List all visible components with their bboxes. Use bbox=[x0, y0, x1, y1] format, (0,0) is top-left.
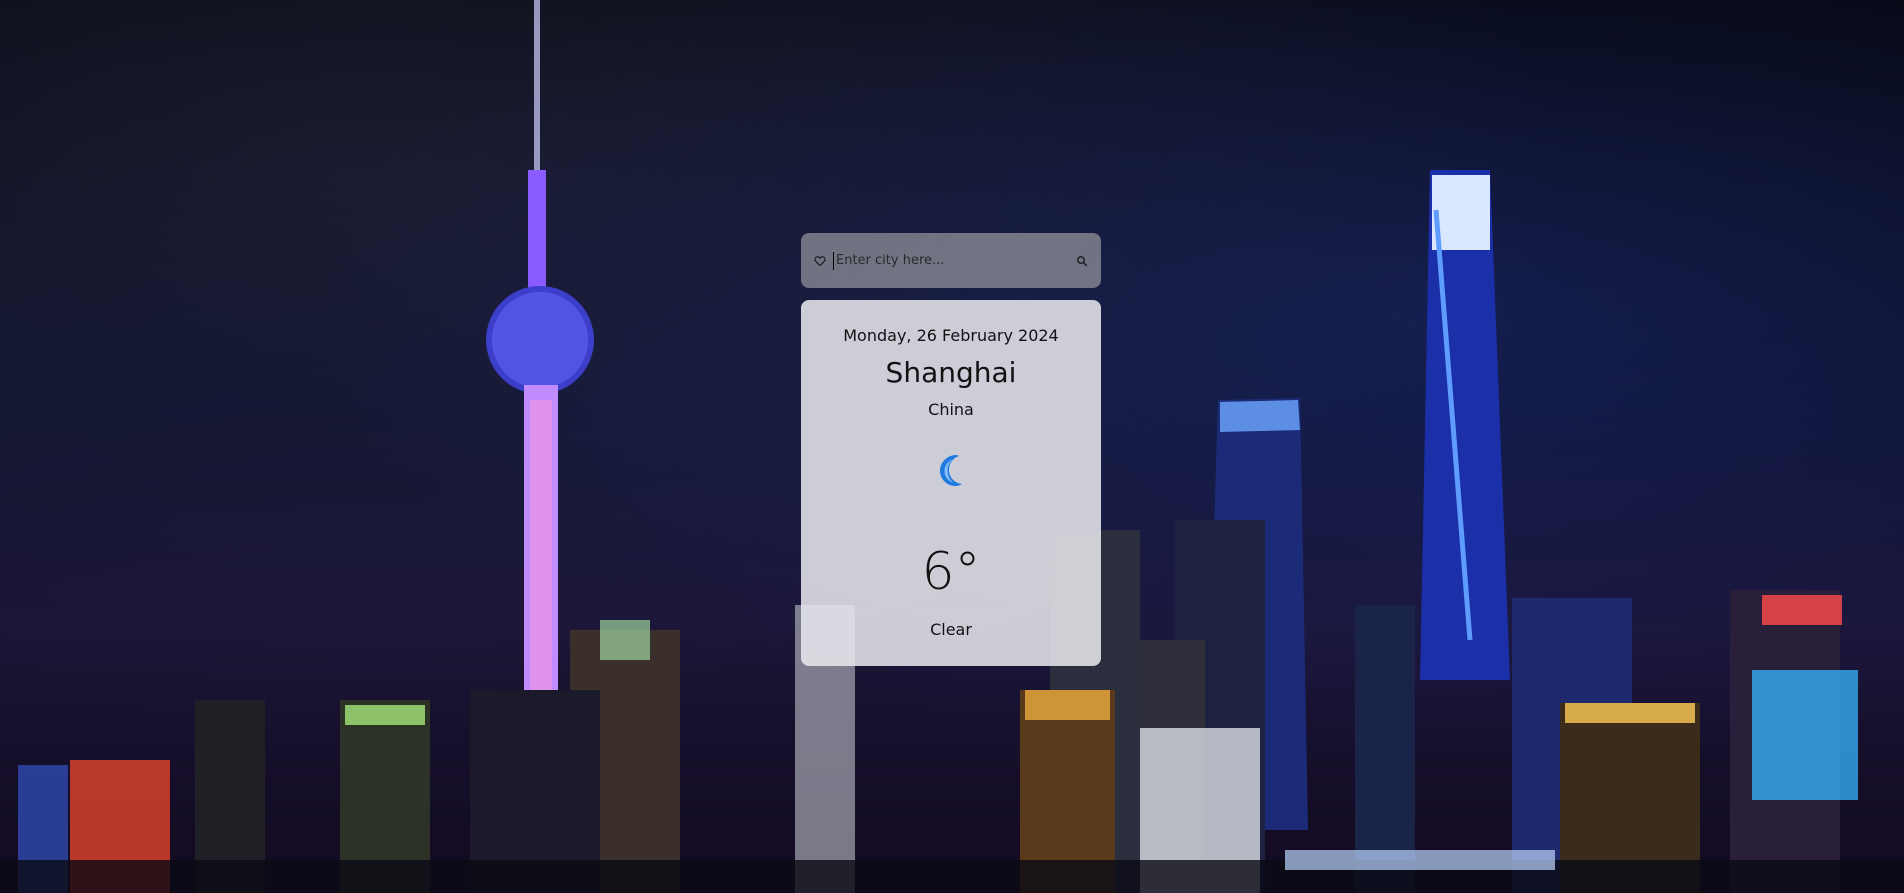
heart-icon[interactable] bbox=[813, 254, 827, 268]
search-icon[interactable] bbox=[1075, 254, 1089, 268]
city-name: Shanghai bbox=[885, 356, 1017, 389]
crescent-moon-icon bbox=[931, 450, 971, 490]
weather-card: Monday, 26 February 2024 Shanghai China … bbox=[801, 300, 1101, 666]
city-search-bar bbox=[801, 233, 1101, 288]
temperature: 6° bbox=[921, 542, 981, 602]
city-search-input[interactable] bbox=[833, 251, 1075, 270]
weather-condition: Clear bbox=[930, 620, 972, 639]
current-date: Monday, 26 February 2024 bbox=[843, 326, 1059, 345]
country-name: China bbox=[928, 400, 974, 419]
